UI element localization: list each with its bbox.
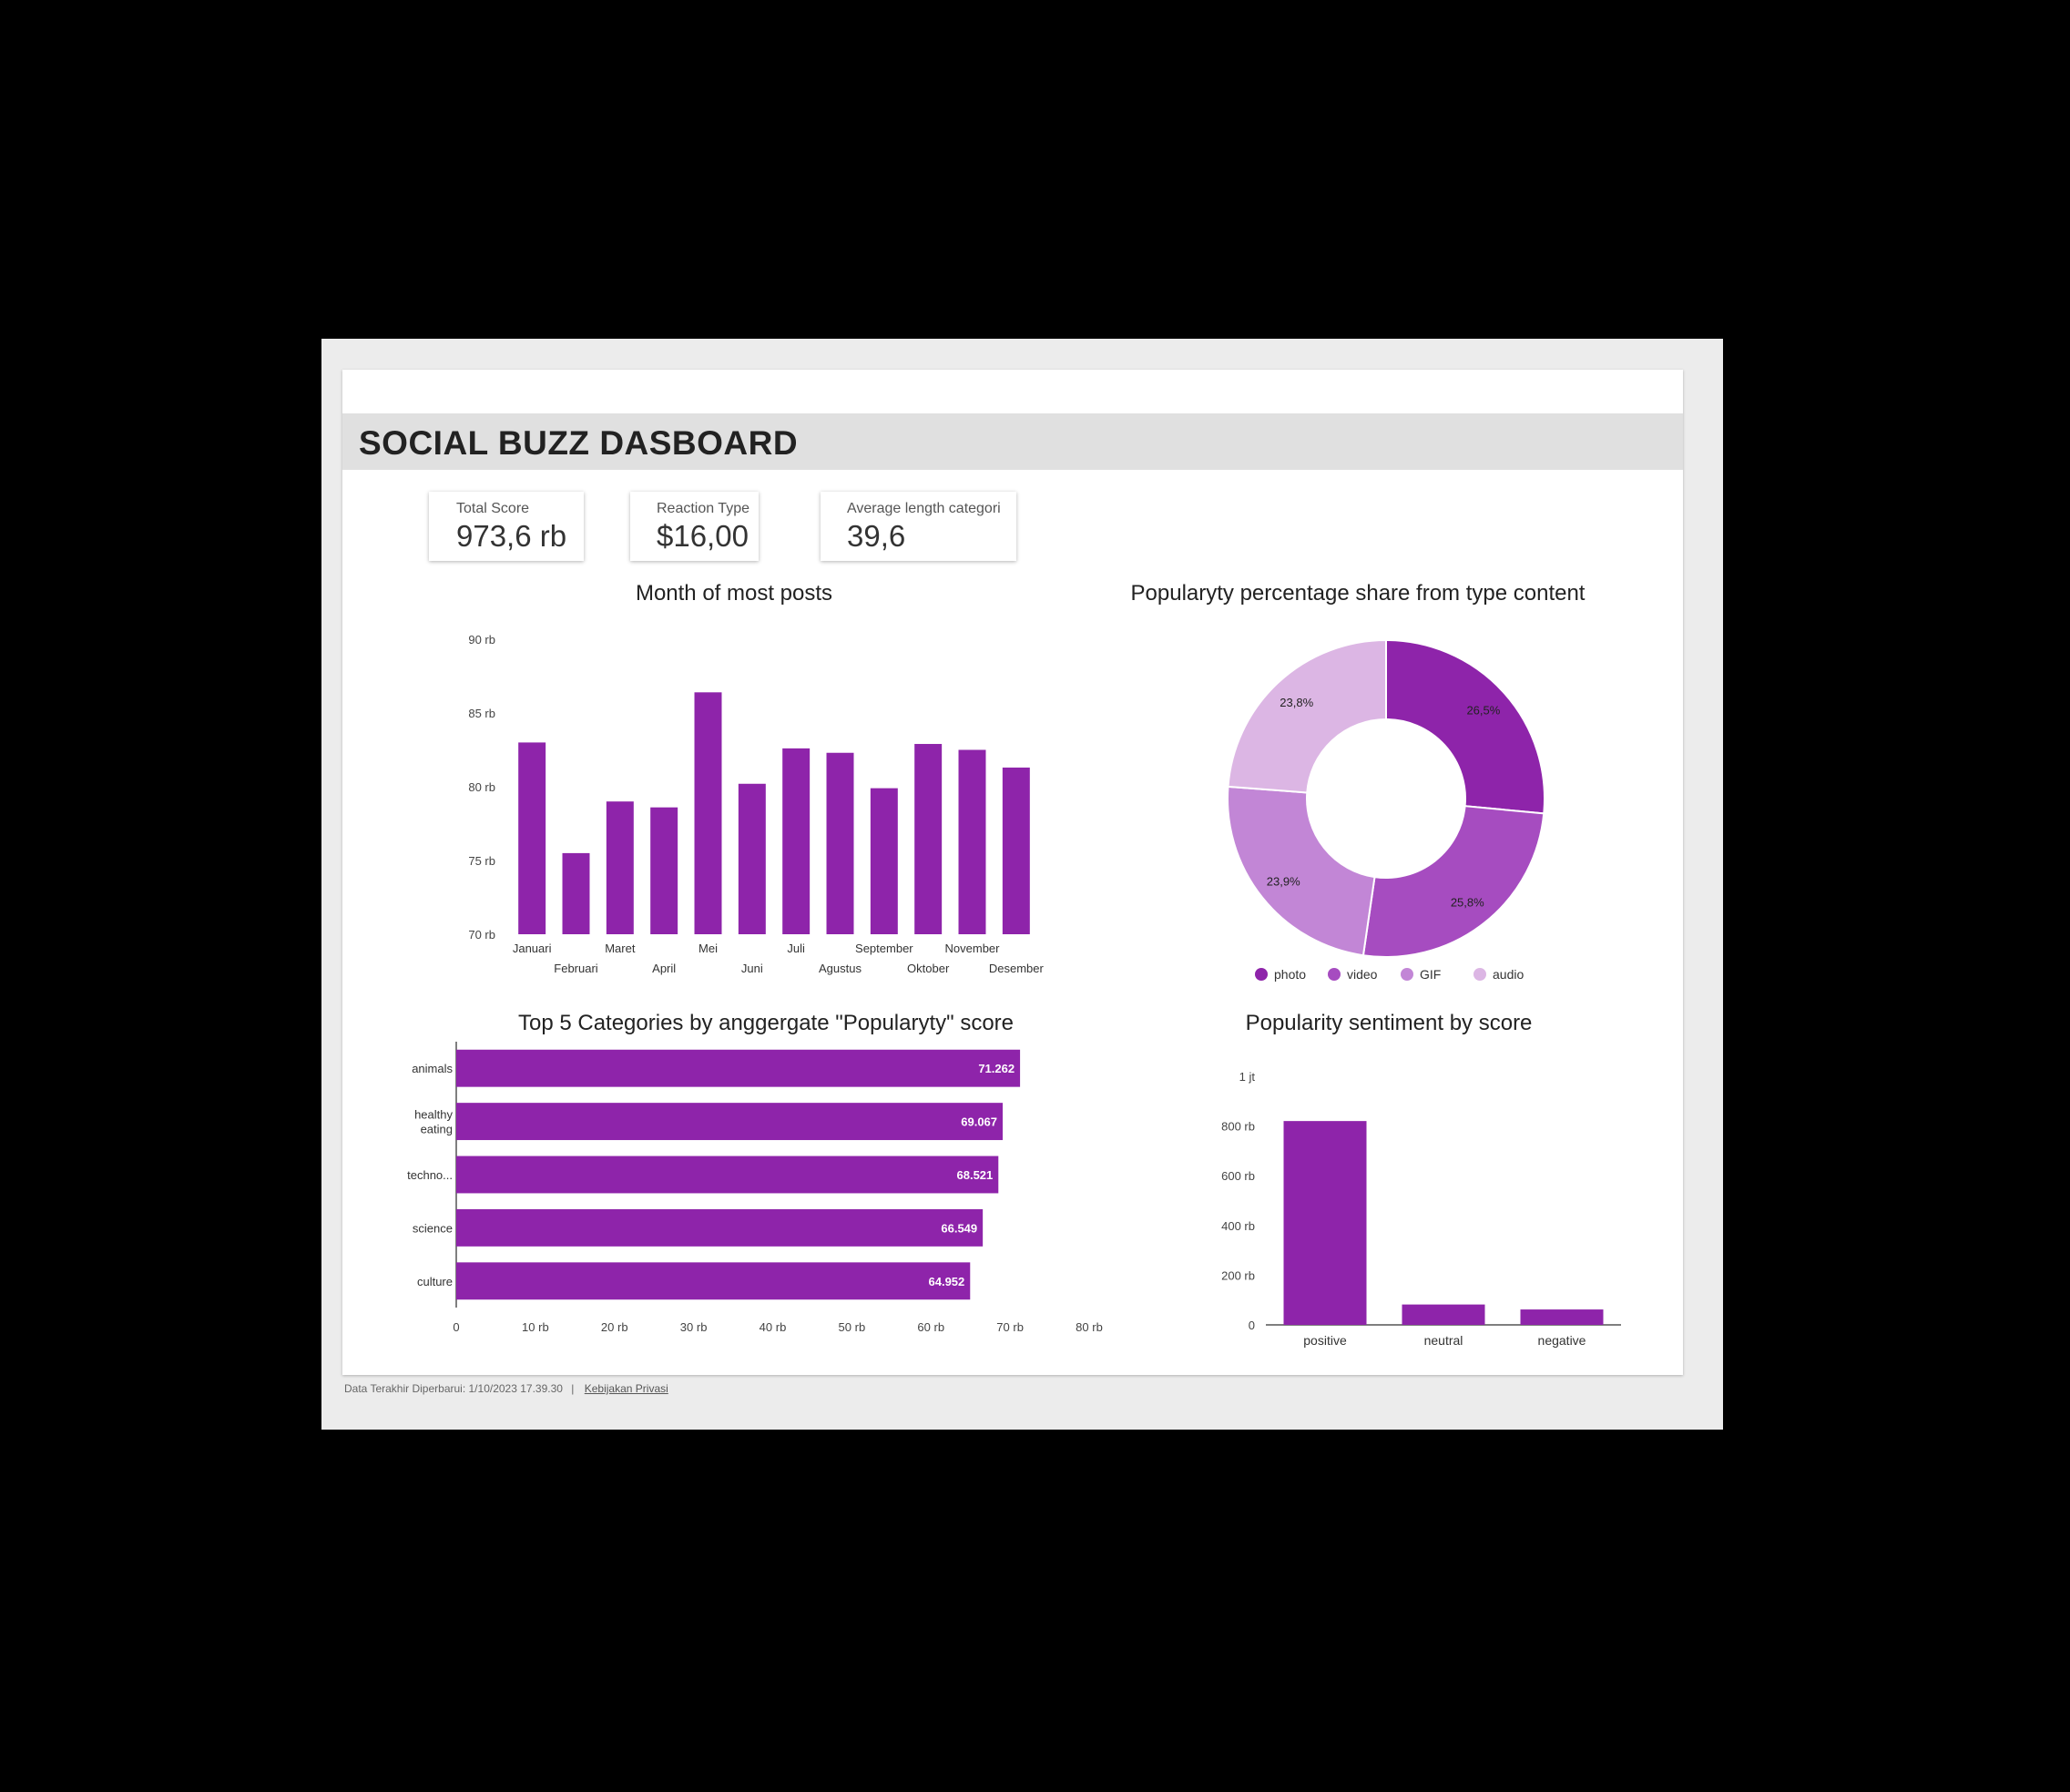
x-tick-label: 0 <box>453 1320 459 1334</box>
x-tick-label: November <box>945 942 1001 955</box>
x-tick-label: Mei <box>698 942 718 955</box>
slice-value-label: 23,9% <box>1267 874 1300 888</box>
bar-positive <box>1283 1121 1367 1325</box>
bar-techno <box>456 1156 999 1194</box>
y-tick-label: 70 rb <box>468 928 495 942</box>
y-tick-label: 800 rb <box>1221 1120 1255 1134</box>
slice-value-label: 23,8% <box>1280 696 1313 709</box>
y-tick-label: 75 rb <box>468 854 495 868</box>
slice-gif <box>1227 785 1376 957</box>
x-tick-label: Juni <box>741 962 763 975</box>
x-tick-label: 80 rb <box>1076 1320 1103 1334</box>
bar-value-label: 69.067 <box>961 1115 997 1129</box>
y-tick-label: science <box>413 1221 453 1235</box>
x-tick-label: September <box>855 942 913 955</box>
x-tick-label: Juli <box>787 942 805 955</box>
x-tick-label: negative <box>1538 1333 1586 1348</box>
x-tick-label: 30 rb <box>680 1320 708 1334</box>
slice-photo <box>1385 638 1545 815</box>
legend-swatch <box>1255 968 1268 981</box>
bar-november <box>958 749 986 934</box>
y-tick-label: 0 <box>1249 1319 1255 1332</box>
x-tick-label: Januari <box>513 942 552 955</box>
x-tick-label: 40 rb <box>760 1320 787 1334</box>
bar-science <box>456 1208 984 1247</box>
bar-juli <box>782 748 811 934</box>
slice-video <box>1361 805 1545 958</box>
bar-negative <box>1520 1309 1604 1325</box>
legend-label: video <box>1347 967 1378 982</box>
privacy-link[interactable]: Kebijakan Privasi <box>585 1382 668 1395</box>
bar-animals <box>456 1049 1021 1087</box>
x-tick-label: Maret <box>605 942 636 955</box>
x-tick-label: positive <box>1303 1333 1347 1348</box>
legend-label: photo <box>1274 967 1306 982</box>
slice-audio <box>1227 638 1387 794</box>
y-tick-label: 600 rb <box>1221 1169 1255 1183</box>
y-tick-label: healthy <box>414 1108 453 1122</box>
x-tick-label: Desember <box>989 962 1045 975</box>
bar-mei <box>694 692 722 934</box>
bar-april <box>650 807 678 934</box>
x-tick-label: 60 rb <box>917 1320 944 1334</box>
bar-januari <box>518 742 546 934</box>
bar-juni <box>738 783 766 934</box>
x-tick-label: 50 rb <box>839 1320 866 1334</box>
y-tick-label: techno... <box>407 1168 453 1182</box>
bar-maret <box>606 801 634 934</box>
footer-updated-text: Data Terakhir Diperbarui: 1/10/2023 17.3… <box>344 1382 563 1395</box>
legend-label: GIF <box>1420 967 1441 982</box>
legend-swatch <box>1473 968 1486 981</box>
y-tick-label: 1 jt <box>1239 1070 1256 1084</box>
legend-swatch <box>1401 968 1413 981</box>
y-tick-label: animals <box>412 1062 453 1075</box>
bar-value-label: 64.952 <box>929 1275 965 1288</box>
bar-agustus <box>826 752 854 934</box>
bar-value-label: 71.262 <box>978 1062 1015 1075</box>
bar-value-label: 68.521 <box>957 1168 994 1182</box>
y-tick-label: eating <box>421 1123 453 1136</box>
y-tick-label: 90 rb <box>468 633 495 647</box>
x-tick-label: neutral <box>1424 1333 1463 1348</box>
bar-februari <box>562 852 590 934</box>
bar-culture <box>456 1262 971 1300</box>
bar-september <box>870 788 898 934</box>
bar-healthy-eating <box>456 1103 1004 1141</box>
bar-value-label: 66.549 <box>941 1221 977 1235</box>
x-tick-label: Februari <box>554 962 598 975</box>
bar-desember <box>1002 767 1030 934</box>
y-tick-label: culture <box>417 1275 453 1288</box>
slice-value-label: 25,8% <box>1451 896 1484 910</box>
y-tick-label: 200 rb <box>1221 1268 1255 1282</box>
legend-label: audio <box>1493 967 1524 982</box>
x-tick-label: 10 rb <box>522 1320 549 1334</box>
x-tick-label: 20 rb <box>601 1320 628 1334</box>
x-tick-label: April <box>652 962 676 975</box>
slice-value-label: 26,5% <box>1466 704 1500 718</box>
charts-canvas: 70 rb 75 rb 80 rb 85 rb 90 rb JanuariFebruari… <box>407 633 1621 1348</box>
x-tick-label: Agustus <box>819 962 862 975</box>
legend-swatch <box>1328 968 1341 981</box>
y-tick-label: 85 rb <box>468 707 495 720</box>
x-tick-label: 70 rb <box>996 1320 1024 1334</box>
y-tick-label: 80 rb <box>468 780 495 794</box>
bar-oktober <box>914 744 943 934</box>
y-tick-label: 400 rb <box>1221 1219 1255 1233</box>
footer: Data Terakhir Diperbarui: 1/10/2023 17.3… <box>344 1382 668 1395</box>
bar-neutral <box>1402 1304 1485 1325</box>
x-tick-label: Oktober <box>907 962 950 975</box>
